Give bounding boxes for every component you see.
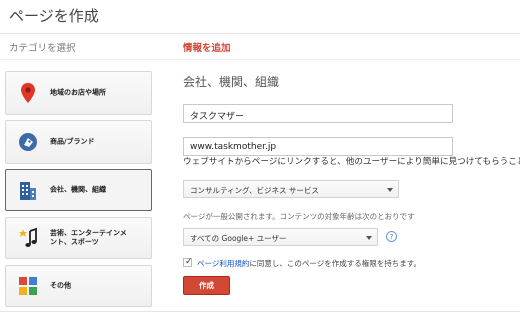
category-label: その他 [50, 281, 71, 290]
terms-link[interactable]: ページ利用規約 [197, 259, 249, 268]
checkmark-icon: ✓ [185, 257, 193, 267]
terms-agreement: ページ利用規約に同意し、このページを作成する権限を持ちます。 [197, 258, 421, 269]
step-choose-category: カテゴリを選択 [9, 43, 76, 54]
category-label-line: ント、スポーツ [50, 238, 99, 246]
category-label: 地域のお店や場所 [50, 88, 106, 97]
category-select-value: コンサルティング、ビジネス サービス [190, 186, 319, 195]
building-icon [18, 179, 38, 201]
category-company[interactable]: 会社、機関、組織 [5, 169, 152, 211]
category-product-brand[interactable]: 商品/ブランド [5, 120, 152, 164]
chevron-down-icon [366, 236, 372, 240]
map-pin-icon [18, 82, 38, 104]
music-note-icon [18, 227, 38, 249]
category-other[interactable]: その他 [5, 265, 152, 307]
page-title: ページを作成 [9, 7, 99, 25]
audience-description: ページが一般公開されます。コンテンツの対象年齢は次のとおりです [183, 212, 415, 221]
steps-divider [0, 59, 520, 60]
category-label: 会社、機関、組織 [50, 185, 106, 194]
website-input[interactable]: www.taskmother.jp [183, 137, 453, 156]
terms-text: に同意し、このページを作成する権限を持ちます。 [249, 259, 421, 268]
help-icon[interactable]: ? [386, 231, 397, 242]
category-local-business[interactable]: 地域のお店や場所 [5, 71, 152, 115]
name-input[interactable]: タスクマザー [183, 104, 453, 123]
grid-icon [18, 275, 38, 297]
category-label-line: 芸術、エンターテインメ [50, 229, 127, 237]
section-title: 会社、機関、組織 [183, 75, 280, 89]
audience-select[interactable]: すべての Google+ ユーザー [183, 228, 378, 246]
website-help-text: ウェブサイトからページにリンクすると、他のユーザーにより簡単に見つけてもらうこと… [183, 157, 520, 167]
terms-checkbox[interactable]: ✓ [183, 257, 193, 267]
tag-icon [18, 131, 38, 153]
header-divider [0, 33, 520, 34]
category-arts-entertainment-sports[interactable]: 芸術、エンターテインメ ント、スポーツ [5, 217, 152, 259]
step-add-info: 情報を追加 [183, 43, 231, 54]
category-select[interactable]: コンサルティング、ビジネス サービス [183, 180, 399, 198]
audience-select-value: すべての Google+ ユーザー [190, 234, 287, 243]
chevron-down-icon [387, 188, 393, 192]
category-label: 芸術、エンターテインメ ント、スポーツ [50, 229, 127, 247]
bottom-divider [0, 311, 520, 312]
create-button[interactable]: 作成 [183, 276, 230, 295]
category-label: 商品/ブランド [50, 137, 95, 146]
